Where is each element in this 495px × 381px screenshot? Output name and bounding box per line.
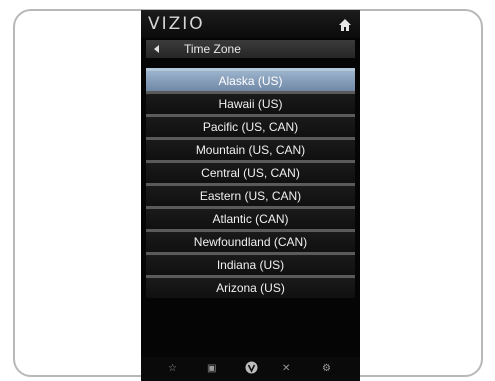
time-zone-label: Eastern (US, CAN) xyxy=(199,189,302,203)
submenu-header: Time Zone xyxy=(146,40,355,58)
time-zone-item-atlantic[interactable]: Atlantic (CAN) xyxy=(146,206,355,229)
time-zone-label: Central (US, CAN) xyxy=(201,166,300,180)
widget-icon[interactable]: ▣ xyxy=(207,363,216,374)
settings-icon[interactable]: ⚙ xyxy=(322,363,331,374)
back-arrow-icon[interactable] xyxy=(154,45,159,53)
vizio-logo: VIZIO xyxy=(148,14,205,34)
time-zone-item-central[interactable]: Central (US, CAN) xyxy=(146,160,355,183)
time-zone-label: Alaska (US) xyxy=(218,74,283,88)
time-zone-label: Atlantic (CAN) xyxy=(212,212,289,226)
home-icon[interactable] xyxy=(338,18,352,32)
submenu-title: Time Zone xyxy=(184,42,241,56)
star-icon[interactable]: ☆ xyxy=(168,363,177,374)
time-zone-label: Pacific (US, CAN) xyxy=(202,120,299,134)
time-zone-item-alaska[interactable]: Alaska (US) xyxy=(146,68,355,91)
time-zone-item-indiana[interactable]: Indiana (US) xyxy=(146,252,355,275)
time-zone-label: Indiana (US) xyxy=(216,258,285,272)
time-zone-item-hawaii[interactable]: Hawaii (US) xyxy=(146,91,355,114)
time-zone-label: Newfoundland (CAN) xyxy=(193,235,308,249)
close-icon[interactable]: ✕ xyxy=(282,363,290,374)
vizio-v-icon[interactable] xyxy=(245,361,258,377)
time-zone-item-mountain[interactable]: Mountain (US, CAN) xyxy=(146,137,355,160)
time-zone-label: Hawaii (US) xyxy=(218,97,283,111)
time-zone-item-pacific[interactable]: Pacific (US, CAN) xyxy=(146,114,355,137)
header-bar: VIZIO xyxy=(141,10,360,38)
time-zone-list: Alaska (US) Hawaii (US) Pacific (US, CAN… xyxy=(146,68,355,298)
time-zone-item-arizona[interactable]: Arizona (US) xyxy=(146,275,355,298)
time-zone-label: Mountain (US, CAN) xyxy=(195,143,306,157)
footer-bar: ☆ ▣ ✕ ⚙ xyxy=(141,357,360,381)
time-zone-label: Arizona (US) xyxy=(216,281,285,295)
time-zone-item-newfoundland[interactable]: Newfoundland (CAN) xyxy=(146,229,355,252)
tv-screen: VIZIO Time Zone Alaska (US) Hawaii (US) … xyxy=(141,10,360,381)
time-zone-item-eastern[interactable]: Eastern (US, CAN) xyxy=(146,183,355,206)
